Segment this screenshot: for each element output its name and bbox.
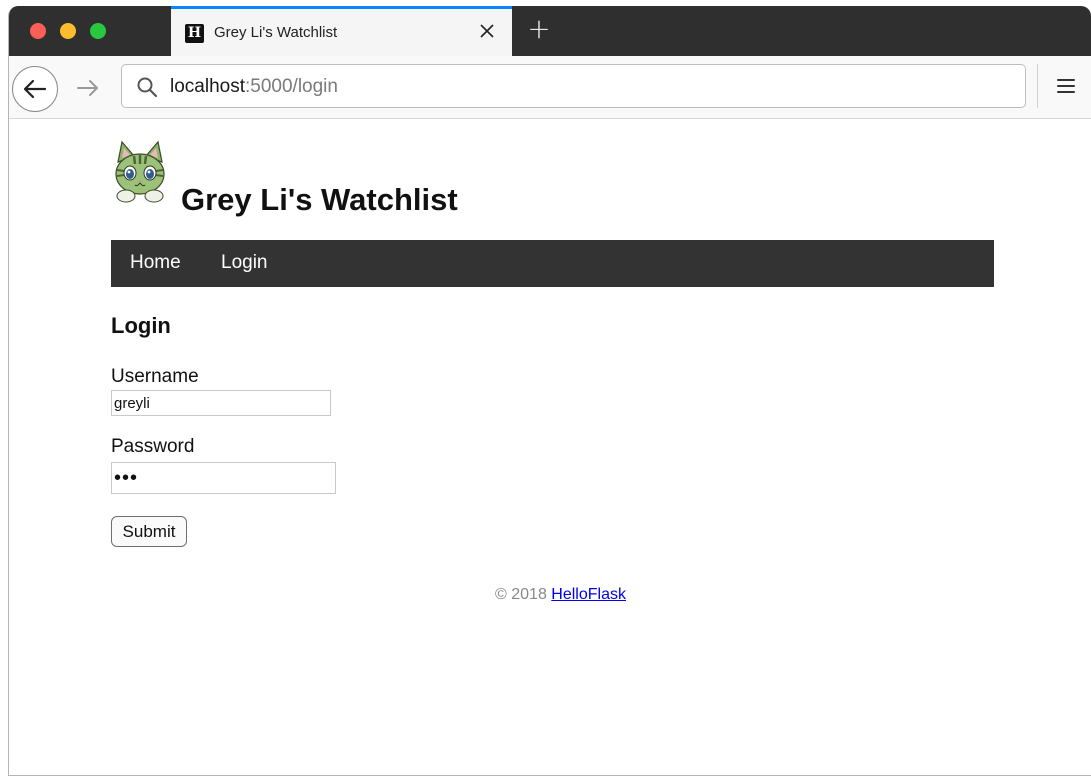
menu-button[interactable] xyxy=(1055,76,1077,96)
page-footer: © 2018 HelloFlask xyxy=(9,586,1091,604)
zoom-window-button[interactable] xyxy=(90,23,106,39)
browser-tab[interactable]: H Grey Li's Watchlist xyxy=(171,6,512,56)
arrow-right-icon xyxy=(77,80,98,96)
url-text[interactable]: localhost:5000/login xyxy=(170,76,338,98)
forward-button[interactable] xyxy=(75,75,101,101)
close-window-button[interactable] xyxy=(30,23,46,39)
copyright-text: © 2018 xyxy=(495,586,552,603)
web-page: Grey Li's Watchlist Home Login Login Use… xyxy=(9,120,1091,775)
new-tab-button[interactable]: + xyxy=(525,15,553,43)
helloflask-link[interactable]: HelloFlask xyxy=(551,586,626,603)
favicon-icon: H xyxy=(185,24,204,43)
close-icon[interactable] xyxy=(476,20,498,42)
tab-strip: H Grey Li's Watchlist + xyxy=(9,6,1091,56)
cat-avatar-icon xyxy=(115,140,165,203)
url-host: localhost xyxy=(170,76,245,97)
url-path: :5000/login xyxy=(245,76,338,97)
username-field[interactable] xyxy=(111,390,331,416)
submit-button[interactable]: Submit xyxy=(111,516,187,547)
username-label: Username xyxy=(111,366,199,387)
nav-link-login[interactable]: Login xyxy=(221,252,268,274)
browser-window: H Grey Li's Watchlist + localhost:5000/l… xyxy=(8,6,1091,776)
site-header: Grey Li's Watchlist xyxy=(108,140,708,240)
minimize-window-button[interactable] xyxy=(60,23,76,39)
search-icon xyxy=(137,77,158,98)
nav-link-home[interactable]: Home xyxy=(130,252,181,274)
tab-title: Grey Li's Watchlist xyxy=(214,24,338,41)
page-title: Login xyxy=(111,313,171,338)
site-navigation: Home Login xyxy=(111,240,994,287)
navigation-toolbar: localhost:5000/login xyxy=(9,56,1091,119)
back-button[interactable] xyxy=(12,66,58,112)
password-field[interactable] xyxy=(111,462,336,494)
hamburger-menu-icon xyxy=(1057,79,1075,93)
address-bar[interactable]: localhost:5000/login xyxy=(121,64,1026,108)
site-title: Grey Li's Watchlist xyxy=(181,182,458,217)
password-label: Password xyxy=(111,436,195,457)
arrow-left-icon xyxy=(23,79,47,99)
toolbar-divider xyxy=(1037,64,1038,108)
